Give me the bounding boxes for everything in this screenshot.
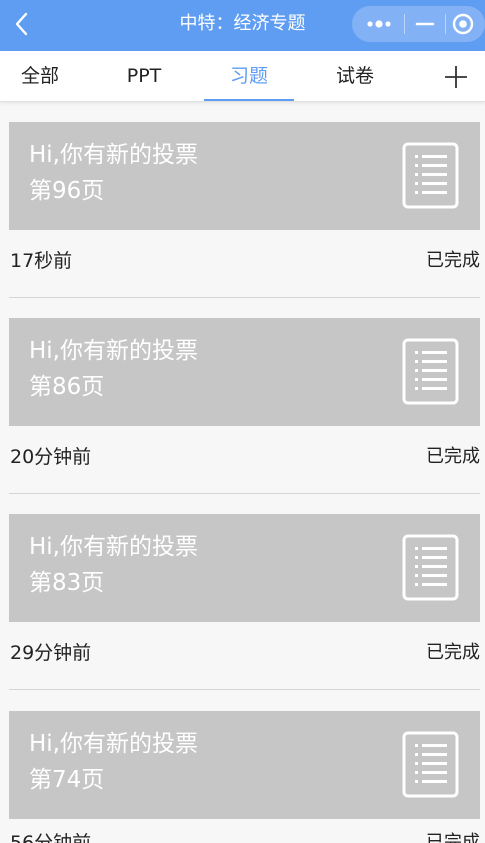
- page-title: 中特：经济专题: [179, 13, 306, 34]
- vote-card[interactable]: Hi,你有新的投票 第96页: [9, 122, 480, 230]
- close-button[interactable]: [446, 6, 485, 42]
- card-message: Hi,你有新的投票: [29, 534, 198, 560]
- card-message: Hi,你有新的投票: [29, 142, 198, 168]
- chevron-left-icon: [15, 12, 28, 36]
- item-status: 已完成: [426, 446, 480, 467]
- item-divider: [9, 689, 480, 690]
- item-divider: [9, 297, 480, 298]
- minimize-button[interactable]: [405, 6, 445, 42]
- more-button[interactable]: [352, 6, 404, 42]
- card-page: 第86页: [29, 374, 105, 400]
- item-status: 已完成: [426, 832, 480, 843]
- card-message: Hi,你有新的投票: [29, 338, 198, 364]
- tab-exercises[interactable]: 习题: [209, 51, 289, 102]
- item-time: 17秒前: [10, 250, 73, 272]
- tab-all[interactable]: 全部: [0, 51, 80, 102]
- back-button[interactable]: [8, 8, 38, 40]
- card-page: 第96页: [29, 178, 105, 204]
- card-page: 第74页: [29, 767, 105, 793]
- document-list-icon: [402, 338, 459, 405]
- item-status: 已完成: [426, 642, 480, 663]
- item-time: 29分钟前: [10, 642, 92, 664]
- close-circle-icon: [452, 13, 474, 35]
- active-tab-indicator: [204, 99, 294, 101]
- minimize-icon: [415, 22, 435, 26]
- more-dots-icon: [367, 20, 391, 28]
- document-list-icon: [402, 731, 459, 798]
- tab-ppt[interactable]: PPT: [104, 51, 184, 102]
- card-message: Hi,你有新的投票: [29, 731, 198, 757]
- mini-program-capsule: [352, 6, 485, 42]
- item-time: 20分钟前: [10, 446, 92, 468]
- add-button[interactable]: [436, 59, 476, 95]
- tab-exams[interactable]: 试卷: [315, 51, 395, 102]
- vote-card[interactable]: Hi,你有新的投票 第74页: [9, 711, 480, 819]
- document-list-icon: [402, 534, 459, 601]
- item-time: 56分钟前: [10, 832, 92, 843]
- vote-card[interactable]: Hi,你有新的投票 第86页: [9, 318, 480, 426]
- tab-bar: 全部 PPT 习题 试卷: [0, 51, 485, 102]
- plus-icon: [445, 66, 467, 88]
- document-list-icon: [402, 142, 459, 209]
- item-divider: [9, 493, 480, 494]
- title-bar: 中特：经济专题: [0, 0, 485, 51]
- vote-card[interactable]: Hi,你有新的投票 第83页: [9, 514, 480, 622]
- card-page: 第83页: [29, 570, 105, 596]
- item-status: 已完成: [426, 250, 480, 271]
